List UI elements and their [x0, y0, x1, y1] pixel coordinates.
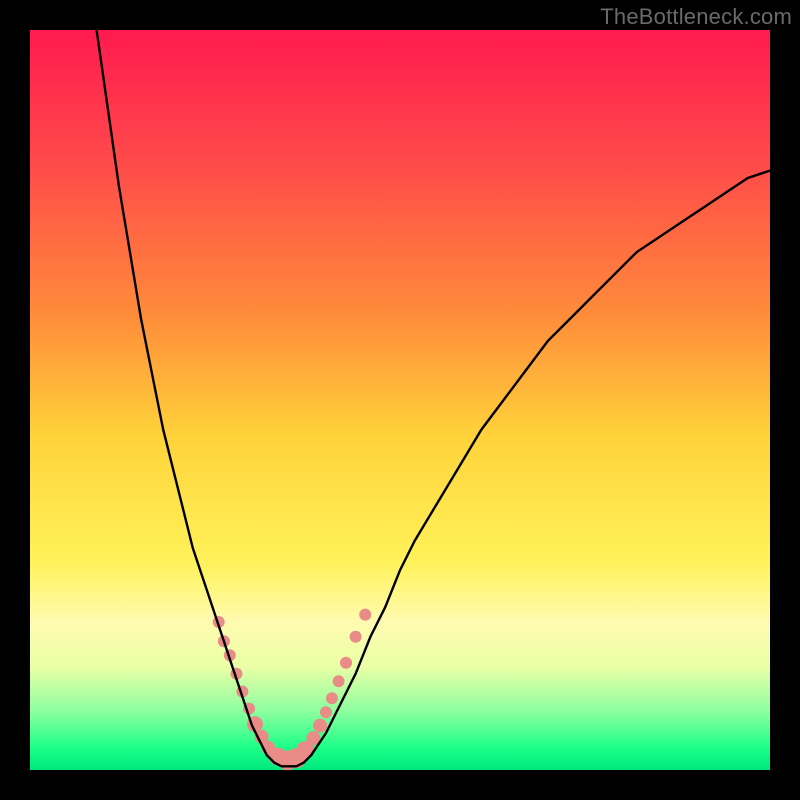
plot-area [30, 30, 770, 770]
curve-right-branch [311, 171, 770, 756]
curve-left-branch [97, 30, 267, 755]
chart-stage: TheBottleneck.com [0, 0, 800, 800]
marker-dot [326, 692, 338, 704]
marker-dot [333, 675, 345, 687]
curve-layer [30, 30, 770, 770]
marker-dot [313, 719, 327, 733]
marker-dot [359, 609, 371, 621]
watermark-text: TheBottleneck.com [600, 4, 792, 30]
marker-dot [340, 657, 352, 669]
marker-dot [320, 706, 332, 718]
marker-dot [350, 631, 362, 643]
